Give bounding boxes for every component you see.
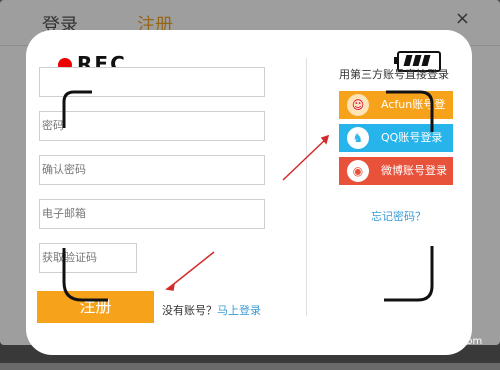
viewfinder-corner [62, 90, 92, 128]
watermark-url: jingyan.baidu.com [390, 336, 483, 347]
arrow-to-qq [282, 138, 327, 181]
viewfinder-corner [384, 246, 434, 302]
annotation-layer [62, 90, 434, 302]
arrow-to-submit [169, 251, 215, 288]
baidu-watermark: Baidu经验 [384, 318, 447, 332]
annotation-arrows [165, 134, 330, 291]
viewfinder-corner [62, 248, 108, 302]
viewfinder-corner [386, 90, 434, 132]
arrowhead [165, 282, 176, 291]
